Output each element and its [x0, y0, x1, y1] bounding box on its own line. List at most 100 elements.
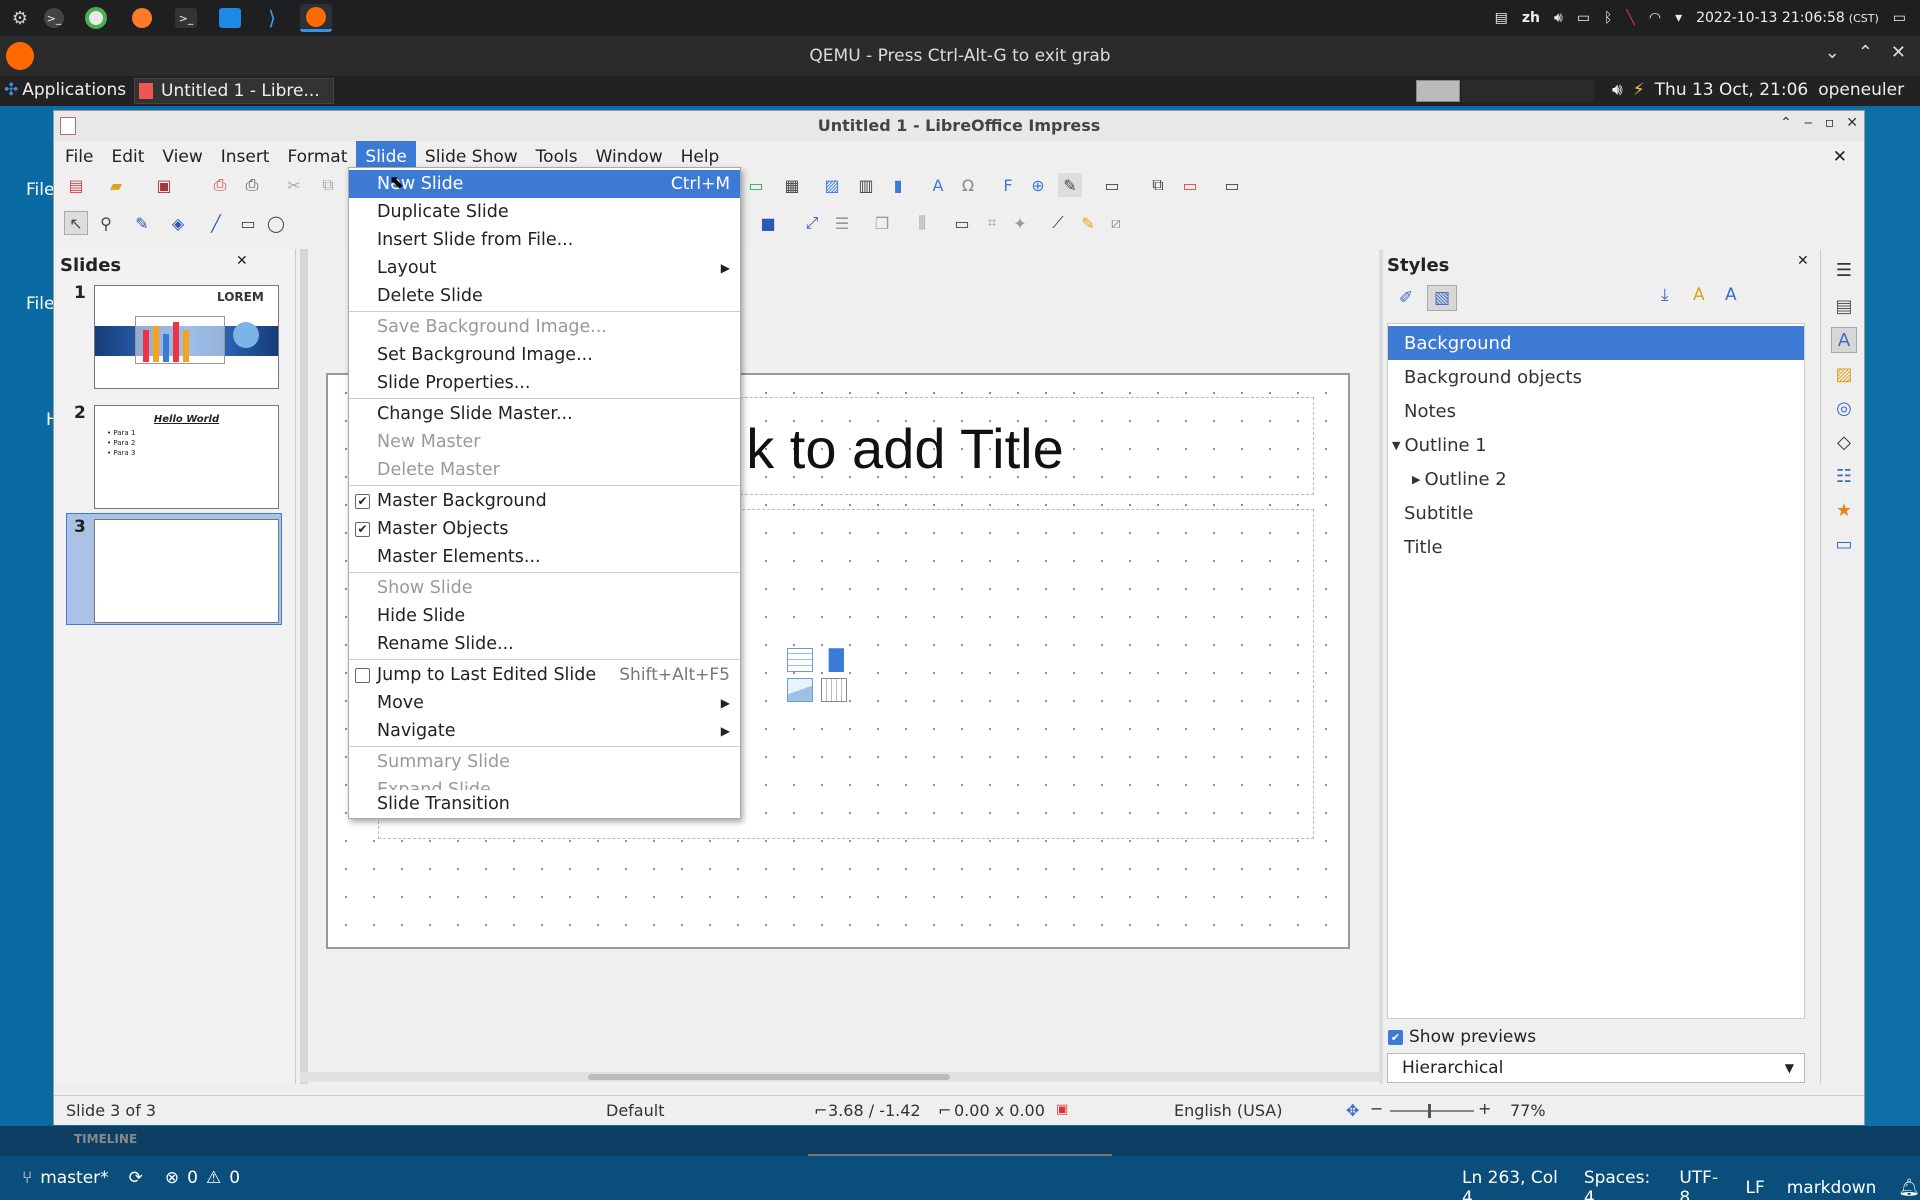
- sidebar-menu-icon[interactable]: ☰: [1831, 257, 1857, 283]
- menu-item-master-background[interactable]: ✔ Master Background: [349, 487, 740, 515]
- new-slide-icon[interactable]: ▭: [1100, 173, 1124, 197]
- expand-tray-icon[interactable]: ▾: [1675, 10, 1682, 26]
- menu-view[interactable]: View: [153, 141, 211, 173]
- export-pdf-icon[interactable]: ⎙: [208, 173, 232, 197]
- select-icon[interactable]: ↖: [64, 211, 88, 235]
- show-previews[interactable]: ✔ Show previews: [1388, 1027, 1536, 1047]
- notification-bell-icon[interactable]: 🔔︎: [1898, 1178, 1920, 1198]
- rectangle-icon[interactable]: ▭: [236, 211, 260, 235]
- copy-icon[interactable]: ⧉: [316, 173, 340, 197]
- glue-points-icon[interactable]: ✎: [1076, 211, 1100, 235]
- language[interactable]: English (USA): [1174, 1101, 1282, 1120]
- slide-transition-icon[interactable]: ▭: [1831, 531, 1857, 557]
- menu-item-master-elements[interactable]: Master Elements...: [349, 543, 740, 571]
- points-icon[interactable]: ⟋: [1046, 211, 1070, 235]
- maximize-icon[interactable]: ⌃: [1858, 42, 1873, 63]
- menu-item-jump-to-last-edited-slide[interactable]: Jump to Last Edited Slide Shift+Alt+F5: [349, 661, 740, 689]
- toggle-extrusion-icon[interactable]: ⧄: [1104, 211, 1128, 235]
- encoding[interactable]: UTF-8: [1679, 1168, 1723, 1200]
- battery-icon[interactable]: ▭: [1577, 10, 1590, 26]
- ellipse-icon[interactable]: ◯: [264, 211, 288, 235]
- zoom-level[interactable]: 77%: [1510, 1101, 1546, 1120]
- style-item[interactable]: Notes: [1388, 394, 1804, 428]
- menu-item-hide-slide[interactable]: Hide Slide: [349, 602, 740, 630]
- system-menu-icon[interactable]: ⚙: [4, 4, 36, 32]
- crop-icon[interactable]: ⌗: [980, 211, 1004, 235]
- menu-item-duplicate-slide[interactable]: Duplicate Slide: [349, 198, 740, 226]
- cut-icon[interactable]: ✂: [282, 173, 306, 197]
- duplicate-slide-icon[interactable]: ⧉: [1146, 173, 1170, 197]
- menu-format[interactable]: Format: [278, 141, 356, 173]
- fill-color-icon[interactable]: ◈: [166, 211, 190, 235]
- animation-icon[interactable]: ★: [1831, 497, 1857, 523]
- minimize-icon[interactable]: ‒: [1804, 115, 1813, 131]
- sync-icon[interactable]: ⟳: [129, 1168, 143, 1188]
- style-filter-select[interactable]: Hierarchical ▼: [1387, 1053, 1805, 1083]
- zoom-icon[interactable]: ⚲: [94, 211, 118, 235]
- network-off-icon[interactable]: ╲: [1626, 10, 1634, 26]
- menu-item-layout[interactable]: Layout ▶: [349, 254, 740, 282]
- new-icon[interactable]: ▤: [64, 173, 88, 197]
- style-item-outline-1[interactable]: ▼ Outline 1: [1388, 428, 1804, 462]
- expander-icon[interactable]: ▼: [1392, 439, 1400, 452]
- chrome-icon[interactable]: [80, 4, 112, 32]
- remote-viewer-icon[interactable]: [214, 4, 246, 32]
- close-icon[interactable]: ✕: [1846, 115, 1858, 131]
- close-icon[interactable]: ✕: [1891, 42, 1906, 63]
- distribute-icon[interactable]: ⫼: [910, 211, 934, 235]
- terminal-icon[interactable]: >_: [38, 4, 70, 32]
- warning-count[interactable]: 0: [229, 1168, 240, 1188]
- insert-chart-icon[interactable]: ▐▌: [821, 648, 852, 672]
- clipboard-icon[interactable]: ▤: [1495, 10, 1508, 26]
- menu-item-rename-slide[interactable]: Rename Slide...: [349, 630, 740, 658]
- menu-item-new-slide[interactable]: New Slide Ctrl+M: [349, 170, 740, 198]
- terminal-icon[interactable]: >_: [170, 4, 202, 32]
- taskbar-item[interactable]: Untitled 1 - Libre...: [134, 78, 334, 104]
- menu-item-insert-slide-from-file[interactable]: Insert Slide from File...: [349, 226, 740, 254]
- menu-item-slide-properties[interactable]: Slide Properties...: [349, 369, 740, 397]
- wifi-icon[interactable]: ◠: [1649, 10, 1661, 26]
- 3d-objects-icon[interactable]: ■: [756, 211, 780, 235]
- workspace-1[interactable]: [1416, 80, 1460, 102]
- language-mode[interactable]: markdown: [1787, 1178, 1877, 1198]
- styles-deck-icon[interactable]: A: [1831, 327, 1857, 353]
- gallery-icon[interactable]: ▨: [1831, 361, 1857, 387]
- close-icon[interactable]: ✕: [236, 253, 248, 269]
- volume-icon[interactable]: 🔊︎: [1612, 80, 1623, 100]
- style-item[interactable]: Background objects: [1388, 360, 1804, 394]
- zoom-slider[interactable]: [1390, 1104, 1474, 1118]
- shapes-icon[interactable]: ◇: [1831, 429, 1857, 455]
- insert-image-icon[interactable]: [787, 678, 813, 702]
- qemu-icon[interactable]: [300, 4, 332, 32]
- document-modified-icon[interactable]: ▣: [1056, 1102, 1068, 1117]
- shade-icon[interactable]: ⌃: [1780, 115, 1792, 131]
- menu-item-navigate[interactable]: Navigate ▶: [349, 717, 740, 745]
- draw-functions-icon[interactable]: ✎: [1058, 173, 1082, 197]
- end-of-line[interactable]: LF: [1745, 1178, 1764, 1198]
- save-icon[interactable]: ▣: [152, 173, 176, 197]
- close-document-icon[interactable]: ✕: [1824, 141, 1856, 173]
- slide-layout-icon[interactable]: ▭: [1220, 173, 1244, 197]
- timeline-label[interactable]: TIMELINE: [74, 1132, 137, 1146]
- notification-icon[interactable]: ▭: [1893, 10, 1906, 26]
- power-icon[interactable]: ⚡: [1633, 80, 1645, 100]
- menu-item-change-slide-master[interactable]: Change Slide Master...: [349, 400, 740, 428]
- close-icon[interactable]: ✕: [1797, 253, 1809, 269]
- filter-icon[interactable]: ✦: [1008, 211, 1032, 235]
- checkbox-checked-icon[interactable]: ✔: [1388, 1029, 1403, 1045]
- menu-item-master-objects[interactable]: ✔ Master Objects: [349, 515, 740, 543]
- menu-item-move[interactable]: Move ▶: [349, 689, 740, 717]
- line-color-icon[interactable]: ✎: [130, 211, 154, 235]
- update-style-icon[interactable]: A: [1725, 285, 1737, 305]
- open-icon[interactable]: ▰: [104, 173, 128, 197]
- volume-icon[interactable]: 🔊︎: [1554, 10, 1563, 26]
- git-branch[interactable]: master*: [40, 1168, 108, 1188]
- chart-icon[interactable]: ▮: [886, 173, 910, 197]
- menu-insert[interactable]: Insert: [212, 141, 279, 173]
- print-icon[interactable]: ⎙: [240, 173, 264, 197]
- zoom-in-icon[interactable]: +: [1478, 1099, 1491, 1118]
- menu-file[interactable]: File: [56, 141, 102, 173]
- style-item-outline-2[interactable]: ▶ Outline 2: [1388, 462, 1804, 496]
- textbox-icon[interactable]: A: [926, 173, 950, 197]
- chevron-down-icon[interactable]: ⌄: [1825, 42, 1840, 63]
